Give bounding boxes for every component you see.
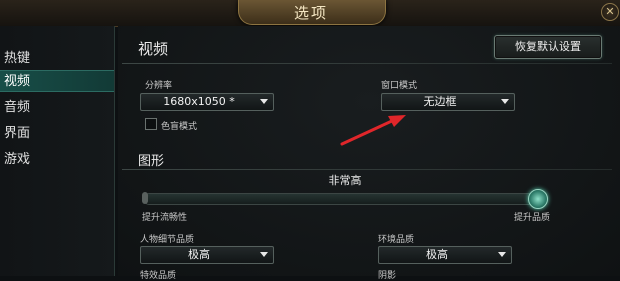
sidebar-item-audio[interactable]: 音频 [0,97,114,119]
shadows-label: 阴影 [378,271,397,281]
environment-quality-value: 极高 [426,248,448,261]
graphics-section-title: 图形 [138,154,165,169]
resolution-value: 1680x1050 * [163,95,235,108]
slider-right-label: 提升品质 [514,213,551,223]
chevron-down-icon [260,252,268,257]
annotation-arrow-line [340,118,396,146]
annotation-arrow-icon [340,115,406,146]
chevron-down-icon [498,252,506,257]
sidebar-item-video[interactable]: 视频 [0,70,114,92]
window-mode-select[interactable]: 无边框 [381,93,515,111]
chevron-down-icon [501,99,509,104]
slider-left-cap [142,192,148,204]
sidebar-item-hotkeys[interactable]: 热键 [0,48,114,70]
video-divider [122,63,612,64]
slider-thumb[interactable] [528,189,548,209]
character-quality-value: 极高 [188,248,210,261]
effects-quality-label: 特效品质 [140,271,177,281]
sidebar-item-game[interactable]: 游戏 [0,149,114,171]
slider-left-label: 提升流畅性 [142,213,188,223]
graphics-divider [122,169,612,170]
window-title: 选项 [293,4,328,22]
environment-quality-label: 环境品质 [378,235,415,245]
reset-defaults-button[interactable]: 恢复默认设置 [494,35,602,59]
graphics-preset-value: 非常高 [328,174,362,187]
graphics-quality-slider[interactable] [144,193,548,205]
environment-quality-select[interactable]: 极高 [378,246,512,264]
resolution-label: 分辨率 [145,81,173,91]
window-mode-value: 无边框 [423,95,457,108]
character-quality-select[interactable]: 极高 [140,246,274,264]
video-section-title: 视频 [138,40,169,58]
character-quality-label: 人物细节品质 [140,235,195,245]
window-mode-label: 窗口模式 [381,81,418,91]
chevron-down-icon [260,99,268,104]
close-icon[interactable]: ✕ [601,3,619,21]
color-blind-label: 色盲模式 [161,122,198,132]
sidebar-item-interface[interactable]: 界面 [0,123,114,145]
slider-fill [145,194,547,204]
resolution-select[interactable]: 1680x1050 * [140,93,274,111]
color-blind-checkbox[interactable] [145,118,157,130]
